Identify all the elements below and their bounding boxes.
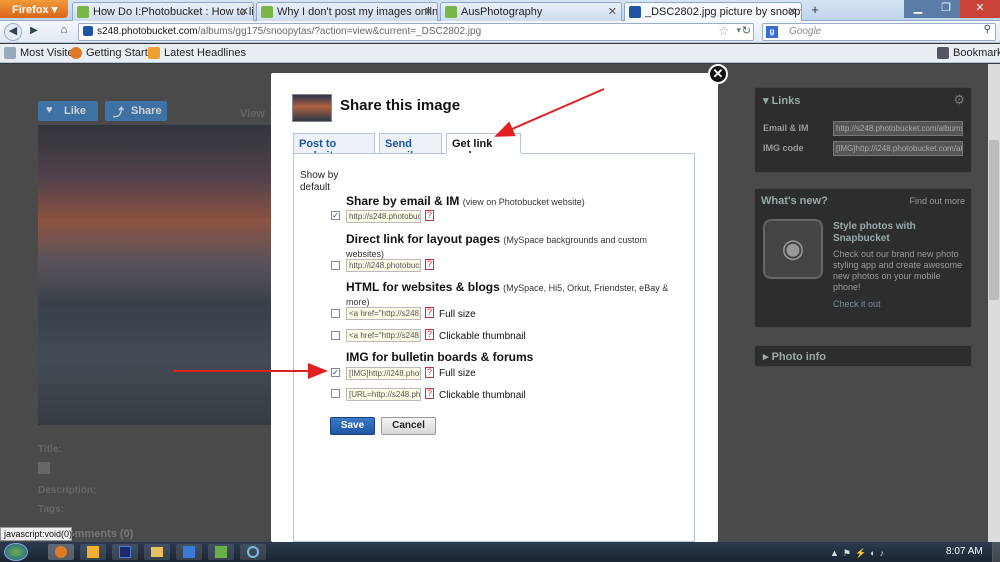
network-icon [247,546,259,558]
app-icon [87,546,99,558]
folder-icon [151,547,163,557]
taskbar-firefox[interactable] [48,544,74,560]
clock: 8:07 AM [946,546,983,557]
firefox-icon [55,546,67,558]
taskbar-network[interactable] [240,544,266,560]
start-button[interactable] [4,543,28,561]
taskbar-media[interactable] [208,544,234,560]
photoshop-icon [119,546,131,558]
media-icon [215,546,227,558]
show-desktop-button[interactable] [992,542,1000,562]
taskbar-photoshop[interactable] [112,544,138,560]
mail-icon [183,546,195,558]
taskbar-app[interactable] [80,544,106,560]
arrow-to-get-link-code [494,88,605,137]
system-tray-icons[interactable]: ▲⚑⚡◐♪ [830,548,930,558]
taskbar-explorer[interactable] [144,544,170,560]
status-bar: javascript:void(0); [0,527,75,541]
annotation-arrows [174,88,605,379]
taskbar-outlook[interactable] [176,544,202,560]
